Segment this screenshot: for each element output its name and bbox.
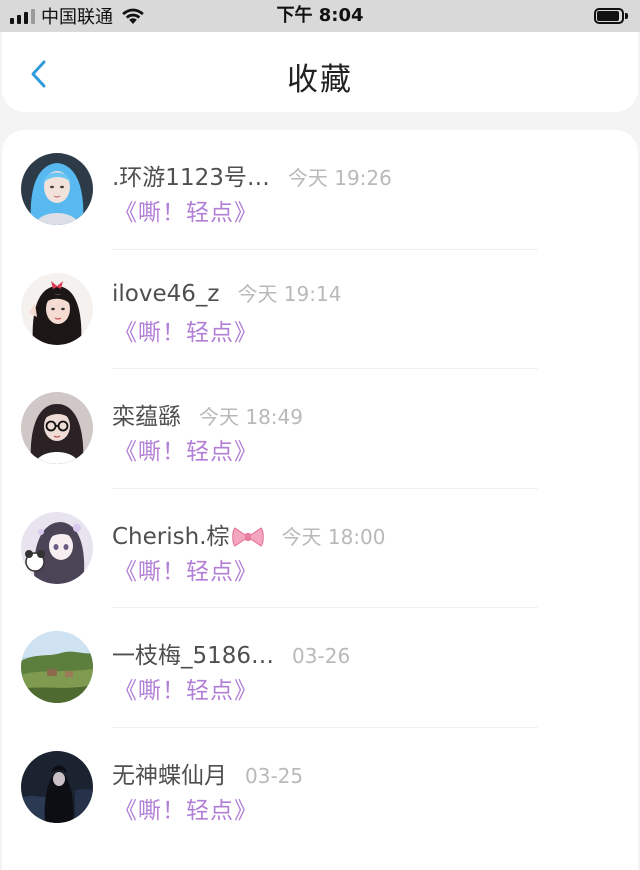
name-row: Cherish.棕 今天 18:00 (112, 517, 386, 551)
avatar[interactable] (21, 511, 93, 584)
name-row: .环游1123号… 今天 19:26 (112, 158, 392, 192)
user-name: .环游1123号… (112, 165, 270, 191)
timestamp: 今天 18:49 (199, 405, 303, 429)
favorite-title: 《嘶！轻点》 (114, 200, 258, 226)
favorite-title: 《嘶！轻点》 (114, 797, 258, 824)
avatar-image (21, 511, 93, 584)
user-name: 栾蕴繇 (112, 404, 181, 430)
avatar[interactable] (21, 750, 93, 823)
user-name: ilove46_z (112, 280, 220, 307)
timestamp: 03-26 (292, 644, 351, 668)
status-bar: 中国联通 下午 8:04 (0, 0, 640, 32)
status-time: 下午 8:04 (276, 5, 364, 26)
favorites-list-card: .环游1123号… 今天 19:26 《嘶！轻点》 ilove46_z 今天 1… (2, 130, 638, 870)
timestamp: 今天 19:26 (287, 166, 392, 190)
avatar-image (21, 272, 93, 345)
avatar-image (21, 392, 93, 464)
list-item[interactable]: 无神蝶仙月 03-25 《嘶！轻点》 (2, 728, 638, 848)
page-title: 收藏 (287, 62, 353, 98)
timestamp: 今天 18:00 (281, 524, 386, 549)
list-item[interactable]: Cherish.棕 今天 18:00 《嘶！轻点》 (2, 489, 638, 608)
favorite-title: 《嘶！轻点》 (114, 439, 258, 465)
avatar-image (21, 750, 93, 823)
avatar[interactable] (21, 631, 93, 703)
favorites-list: .环游1123号… 今天 19:26 《嘶！轻点》 ilove46_z 今天 1… (2, 130, 638, 847)
avatar-image (21, 153, 93, 225)
name-row: 无神蝶仙月 03-25 (112, 756, 303, 790)
avatar-image (21, 631, 93, 703)
avatar[interactable] (21, 153, 93, 225)
name-row: 栾蕴繇 今天 18:49 (112, 397, 303, 431)
user-name: Cherish.棕 (112, 517, 264, 551)
nav-header: 收藏 (2, 32, 638, 112)
bow-emoji-icon (231, 527, 264, 547)
battery-icon (594, 8, 628, 24)
timestamp: 今天 19:14 (237, 281, 342, 306)
favorite-title: 《嘶！轻点》 (114, 678, 258, 704)
timestamp: 03-25 (245, 763, 304, 788)
avatar[interactable] (21, 392, 93, 464)
list-item[interactable]: 一枝梅_5186… 03-26 《嘶！轻点》 (2, 608, 638, 728)
user-name: 无神蝶仙月 (112, 762, 227, 789)
name-row: ilove46_z 今天 19:14 (112, 278, 341, 307)
list-item[interactable]: .环游1123号… 今天 19:26 《嘶！轻点》 (2, 130, 638, 250)
user-name: 一枝梅_5186… (112, 643, 275, 669)
list-item[interactable]: 栾蕴繇 今天 18:49 《嘶！轻点》 (2, 369, 638, 489)
avatar[interactable] (21, 272, 93, 345)
name-row: 一枝梅_5186… 03-26 (112, 636, 350, 670)
list-item[interactable]: ilove46_z 今天 19:14 《嘶！轻点》 (2, 250, 638, 369)
favorite-title: 《嘶！轻点》 (114, 319, 258, 346)
favorite-title: 《嘶！轻点》 (114, 558, 258, 585)
